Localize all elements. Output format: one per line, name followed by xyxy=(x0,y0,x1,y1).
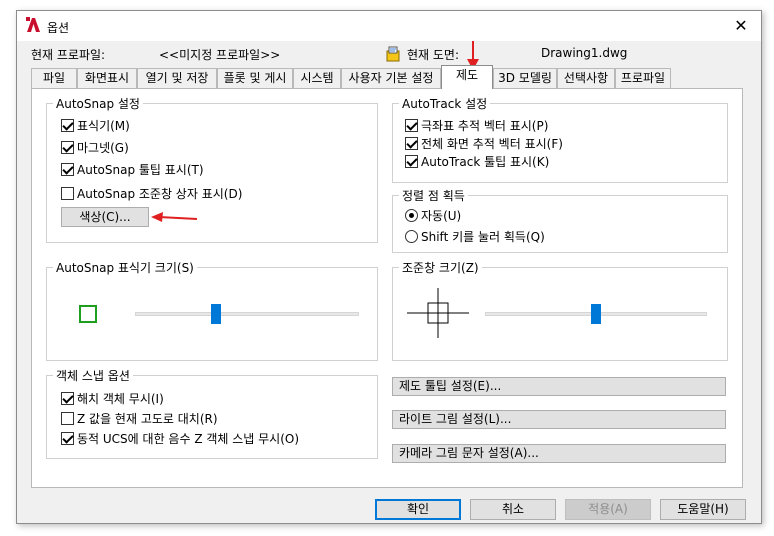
tab-profiles[interactable]: 프로파일 xyxy=(615,68,671,88)
ignore-negative-z-checkbox[interactable] xyxy=(61,431,74,445)
magnet-label: 마그넷(G) xyxy=(77,140,129,155)
drafting-tab-content: AutoSnap 설정 표식기(M) 마그넷(G) AutoSnap 툴팁 표시… xyxy=(31,88,743,488)
replace-z-option[interactable]: Z 값을 현재 고도로 대치(R) xyxy=(61,410,218,426)
color-button[interactable]: 색상(C)... xyxy=(61,207,149,227)
autotrack-settings-group: AutoTrack 설정 극좌표 추적 벡터 표시(P) 전체 화면 추적 벡터… xyxy=(392,95,728,183)
autosnap-settings-group: AutoSnap 설정 표식기(M) 마그넷(G) AutoSnap 툴팁 표시… xyxy=(46,95,378,243)
cancel-button[interactable]: 취소 xyxy=(470,499,556,520)
close-icon[interactable]: ✕ xyxy=(721,11,761,41)
current-drawing-value: Drawing1.dwg xyxy=(541,46,628,60)
osnap-options-group: 객체 스냅 옵션 해치 객체 무시(I) Z 값을 현재 고도로 대치(R) 동… xyxy=(46,367,378,459)
camera-glyph-settings-button[interactable]: 카메라 그림 문자 설정(A)... xyxy=(392,444,726,463)
autotrack-tooltip-checkbox[interactable] xyxy=(405,154,418,168)
marker-size-group: AutoSnap 표식기 크기(S) xyxy=(46,259,378,361)
replace-z-label: Z 값을 현재 고도로 대치(R) xyxy=(77,411,218,426)
magnet-checkbox[interactable] xyxy=(61,140,74,154)
polar-vector-checkbox[interactable] xyxy=(405,118,418,132)
shift-acquire-radio[interactable] xyxy=(405,229,418,243)
lights-glyph-settings-button[interactable]: 라이트 그림 설정(L)... xyxy=(392,410,726,429)
fullscreen-vector-checkbox[interactable] xyxy=(405,136,418,150)
tab-plot-publish[interactable]: 플롯 및 게시 xyxy=(217,68,293,88)
fullscreen-vector-option[interactable]: 전체 화면 추적 벡터 표시(F) xyxy=(405,135,563,151)
window-title: 옵션 xyxy=(47,21,70,35)
replace-z-checkbox[interactable] xyxy=(61,411,74,425)
autosnap-tooltip-label: AutoSnap 툴팁 표시(T) xyxy=(77,162,204,177)
ignore-negative-z-label: 동적 UCS에 대한 음수 Z 객체 스냅 무시(O) xyxy=(77,431,300,446)
shift-acquire-label: Shift 키를 눌러 획득(Q) xyxy=(421,229,545,244)
auto-acquire-label: 자동(U) xyxy=(421,208,462,223)
autotrack-settings-title: AutoTrack 설정 xyxy=(399,95,491,112)
ignore-hatch-label: 해치 객체 무시(I) xyxy=(77,391,164,406)
polar-vector-option[interactable]: 극좌표 추적 벡터 표시(P) xyxy=(405,117,548,133)
marker-size-slider[interactable] xyxy=(210,304,221,324)
marker-size-track xyxy=(135,312,359,316)
marker-option[interactable]: 표식기(M) xyxy=(61,117,130,133)
drawing-icon xyxy=(386,46,400,62)
autosnap-tooltip-checkbox[interactable] xyxy=(61,162,74,176)
tab-3d-modeling[interactable]: 3D 모델링 xyxy=(493,68,557,88)
magnet-option[interactable]: 마그넷(G) xyxy=(61,139,129,155)
autosnap-settings-title: AutoSnap 설정 xyxy=(53,95,143,112)
tab-user-preferences[interactable]: 사용자 기본 설정 xyxy=(341,68,441,88)
title-bar: 옵션 ✕ xyxy=(17,11,761,41)
autosnap-tooltip-option[interactable]: AutoSnap 툴팁 표시(T) xyxy=(61,161,204,177)
fullscreen-vector-label: 전체 화면 추적 벡터 표시(F) xyxy=(421,136,563,151)
marker-preview xyxy=(79,305,97,323)
ignore-negative-z-option[interactable]: 동적 UCS에 대한 음수 Z 객체 스냅 무시(O) xyxy=(61,430,299,446)
autotrack-tooltip-option[interactable]: AutoTrack 툴팁 표시(K) xyxy=(405,153,549,169)
marker-checkbox[interactable] xyxy=(61,118,74,132)
aperture-size-title: 조준창 크기(Z) xyxy=(399,259,482,276)
aperture-size-group: 조준창 크기(Z) xyxy=(392,259,728,361)
aperture-box-checkbox[interactable] xyxy=(61,186,74,200)
shift-acquire-option[interactable]: Shift 키를 눌러 획득(Q) xyxy=(405,228,545,244)
tab-drafting[interactable]: 제도 xyxy=(441,65,493,89)
apply-button[interactable]: 적용(A) xyxy=(565,499,651,520)
current-profile-value: <<미지정 프로파일>> xyxy=(159,48,281,62)
profile-row: 현재 프로파일: <<미지정 프로파일>> 현재 도면: Drawing1.dw… xyxy=(31,46,747,64)
tab-files[interactable]: 파일 xyxy=(31,68,77,88)
marker-label: 표식기(M) xyxy=(77,118,130,133)
current-profile-label: 현재 프로파일: xyxy=(31,48,106,62)
options-dialog: 옵션 ✕ 현재 프로파일: <<미지정 프로파일>> 현재 도면: Drawin… xyxy=(16,10,762,524)
aperture-box-label: AutoSnap 조준창 상자 표시(D) xyxy=(77,186,243,201)
tab-selection[interactable]: 선택사항 xyxy=(557,68,615,88)
tab-open-save[interactable]: 열기 및 저장 xyxy=(137,68,217,88)
tab-system[interactable]: 시스템 xyxy=(293,68,341,88)
aperture-size-slider[interactable] xyxy=(591,304,601,324)
help-button[interactable]: 도움말(H) xyxy=(660,499,746,520)
tab-display[interactable]: 화면표시 xyxy=(77,68,137,88)
ignore-hatch-option[interactable]: 해치 객체 무시(I) xyxy=(61,390,164,406)
auto-acquire-radio[interactable] xyxy=(405,208,418,222)
marker-size-title: AutoSnap 표식기 크기(S) xyxy=(53,259,197,276)
ok-button[interactable]: 확인 xyxy=(375,499,461,520)
autotrack-tooltip-label: AutoTrack 툴팁 표시(K) xyxy=(421,154,550,169)
alignment-acquisition-group: 정렬 점 획득 자동(U) Shift 키를 눌러 획득(Q) xyxy=(392,187,728,253)
current-drawing-label: 현재 도면: xyxy=(407,48,460,62)
alignment-acquisition-title: 정렬 점 획득 xyxy=(399,187,468,204)
autocad-icon xyxy=(25,17,41,33)
osnap-options-title: 객체 스냅 옵션 xyxy=(53,367,133,384)
ignore-hatch-checkbox[interactable] xyxy=(61,391,74,405)
aperture-box-option[interactable]: AutoSnap 조준창 상자 표시(D) xyxy=(61,185,242,201)
red-arrow-icon xyxy=(151,212,198,222)
aperture-preview xyxy=(407,288,469,338)
drafting-tooltip-settings-button[interactable]: 제도 툴팁 설정(E)... xyxy=(392,377,726,396)
auto-acquire-option[interactable]: 자동(U) xyxy=(405,207,461,223)
polar-vector-label: 극좌표 추적 벡터 표시(P) xyxy=(421,118,549,133)
